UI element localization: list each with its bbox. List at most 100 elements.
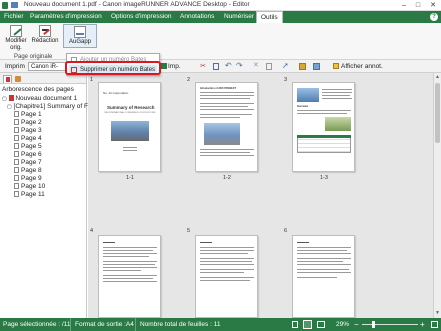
tree-page-item[interactable]: Page 2: [14, 119, 42, 127]
page-number: 2: [187, 77, 191, 83]
page-icon: [14, 159, 19, 166]
printer-icon: [160, 63, 167, 70]
annotation-icon: [333, 63, 339, 70]
tree-header: Arborescence des pages: [2, 86, 74, 93]
page-icon: [14, 143, 19, 150]
menu-numeriser[interactable]: Numériser: [220, 11, 258, 23]
zoom-slider-thumb[interactable]: [372, 321, 375, 328]
vertical-scrollbar[interactable]: ▲ ▼: [433, 73, 441, 318]
show-annotations-button[interactable]: Afficher annot.: [333, 62, 383, 71]
sheet-count-status: Nombre total de feuilles : 11: [135, 318, 220, 331]
page-number: 6: [284, 228, 288, 234]
zoom-out-icon[interactable]: −: [354, 318, 359, 331]
page-thumbnail[interactable]: [292, 235, 355, 318]
delete-icon[interactable]: ✕: [253, 62, 259, 70]
bates-menu-button[interactable]: AuGapp: [63, 24, 97, 48]
menu-outils[interactable]: Outils: [256, 11, 283, 23]
tree-page-item[interactable]: Page 7: [14, 159, 42, 167]
page-thumbnail[interactable]: Introduction of ABC PROJECT: [195, 82, 258, 172]
page-icon: [14, 127, 19, 134]
maximize-button[interactable]: □: [412, 1, 424, 10]
printer-label: Imprim: [5, 63, 25, 70]
document-icon: [8, 95, 14, 102]
page-number: 1: [90, 77, 94, 83]
minimize-button[interactable]: –: [398, 1, 410, 10]
edit-page-icon: [10, 25, 22, 37]
redaction-icon: [39, 25, 51, 37]
cut-icon[interactable]: ✂: [200, 63, 206, 70]
app-icon: [2, 2, 8, 9]
page-icon: [14, 119, 19, 126]
page-icon: [14, 151, 19, 158]
page-thumbnail[interactable]: [195, 235, 258, 318]
grid-view-icon[interactable]: [303, 320, 312, 329]
tree-page-item[interactable]: Page 10: [14, 183, 45, 191]
thumbnail-image: [325, 117, 351, 131]
page-thumbnail-area: 1 No. 12 Corporation Summary of Research…: [88, 73, 433, 318]
layout-icon[interactable]: [313, 63, 320, 70]
page-icon: [14, 167, 19, 174]
arrow-tool-icon[interactable]: ➚: [282, 62, 289, 70]
printer-select[interactable]: Canon iR-ADV: [28, 62, 68, 71]
page-number: 5: [187, 228, 191, 234]
print-button[interactable]: Imp.: [160, 62, 186, 71]
menu-fichier[interactable]: Fichier: [0, 11, 28, 23]
zoom-slider[interactable]: [362, 324, 418, 325]
tree-page-item[interactable]: Page 1: [14, 111, 42, 119]
collapse-icon[interactable]: ▢: [7, 104, 12, 110]
thumbnail-image: [204, 123, 240, 145]
tree-chapter[interactable]: ▢ [Chapitre1] Summary of F: [7, 103, 88, 111]
tree-page-item[interactable]: Page 5: [14, 143, 42, 151]
thumbnail-image: [111, 121, 149, 141]
page-label: 1-2: [223, 175, 231, 181]
page-icon: [14, 191, 19, 198]
single-page-view-icon[interactable]: [292, 321, 298, 328]
status-bar: Page sélectionnée : /11 Format de sortie…: [0, 318, 441, 331]
highlight-frame: [65, 61, 161, 75]
scroll-thumb[interactable]: [435, 83, 440, 143]
redaction-button[interactable]: Rédaction: [31, 25, 59, 45]
output-format-status: Format de sortie :A4: [70, 318, 134, 331]
page-icon: [14, 175, 19, 182]
page-number: 3: [284, 77, 288, 83]
help-icon[interactable]: ?: [430, 13, 438, 21]
thumbnail-icon[interactable]: [299, 63, 306, 70]
bates-icon: [74, 26, 86, 38]
page-thumbnail[interactable]: Overview: [292, 82, 355, 172]
zoom-in-icon[interactable]: +: [420, 318, 425, 331]
copy-icon[interactable]: [213, 63, 219, 70]
selected-pages-status: Page sélectionnée : /11: [3, 321, 71, 328]
scroll-up-icon[interactable]: ▲: [435, 74, 440, 80]
tree-page-item[interactable]: Page 8: [14, 167, 42, 175]
save-icon[interactable]: [11, 2, 18, 8]
two-page-view-icon[interactable]: [317, 321, 325, 328]
edit-original-button[interactable]: Modifier orig.: [3, 25, 29, 51]
paste-icon[interactable]: [266, 63, 272, 70]
page-thumbnail[interactable]: [98, 235, 161, 318]
collapse-icon[interactable]: ▢: [2, 96, 7, 102]
title-bar: Nouveau document 1.pdf - Canon imageRUNN…: [0, 0, 441, 11]
fit-page-icon[interactable]: [431, 321, 438, 328]
tree-page-item[interactable]: Page 9: [14, 175, 42, 183]
page-icon: [14, 111, 19, 118]
thumbnail-image: [297, 88, 319, 102]
undo-icon[interactable]: ↶: [225, 62, 232, 70]
tree-page-item[interactable]: Page 6: [14, 151, 42, 159]
menu-parametres-impression[interactable]: Paramètres d'impression: [26, 11, 106, 23]
page-icon: [14, 183, 19, 190]
scroll-down-icon[interactable]: ▼: [435, 310, 440, 316]
tree-page-item[interactable]: Page 4: [14, 135, 42, 143]
bookmark-tab-icon[interactable]: [15, 76, 21, 82]
page-number: 4: [90, 228, 94, 234]
menu-options-impression[interactable]: Options d'impression: [107, 11, 176, 23]
tree-tab-icon[interactable]: [3, 75, 12, 83]
menu-annotations[interactable]: Annotations: [176, 11, 218, 23]
tree-page-item[interactable]: Page 11: [14, 191, 45, 199]
page-icon: [14, 135, 19, 142]
redo-icon[interactable]: ↷: [236, 62, 243, 70]
close-button[interactable]: ✕: [427, 1, 439, 10]
page-thumbnail[interactable]: No. 12 Corporation Summary of Research T…: [98, 82, 161, 172]
page-tree-pane: Arborescence des pages ▢ Nouveau documen…: [0, 73, 88, 318]
tree-root[interactable]: ▢ Nouveau document 1: [2, 95, 77, 103]
tree-page-item[interactable]: Page 3: [14, 127, 42, 135]
